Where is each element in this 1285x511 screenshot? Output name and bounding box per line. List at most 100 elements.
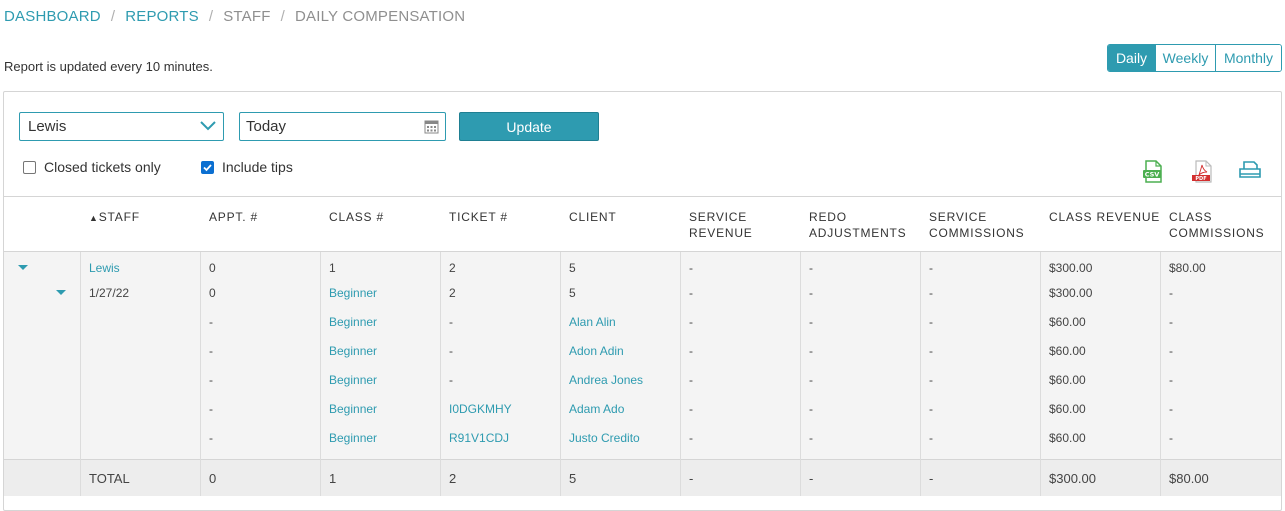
- column-header-appt[interactable]: APPT. #: [209, 209, 258, 225]
- class-link[interactable]: Beginner: [329, 431, 377, 445]
- breadcrumb-reports[interactable]: REPORTS: [125, 8, 199, 25]
- ticket-link[interactable]: I0DGKMHY: [449, 402, 512, 416]
- client-link[interactable]: Adam Ado: [569, 402, 624, 416]
- table-header: ▲STAFF APPT. # CLASS # TICKET # CLIENT S…: [4, 197, 1281, 252]
- cell-ticket: -: [449, 373, 453, 387]
- cell-class-revenue: $60.00: [1049, 431, 1086, 445]
- cell-service-revenue: -: [689, 261, 693, 275]
- ticket-link[interactable]: R91V1CDJ: [449, 431, 509, 445]
- sort-asc-icon: ▲: [89, 213, 99, 223]
- table-row: - Beginner R91V1CDJ Justo Credito - - - …: [4, 426, 1281, 450]
- client-link[interactable]: Adon Adin: [569, 344, 624, 358]
- cell-service-revenue: -: [689, 373, 693, 387]
- closed-tickets-only-label: Closed tickets only: [44, 159, 161, 175]
- cell-service-revenue: -: [689, 431, 693, 445]
- table-row: - Beginner - Alan Alin - - - $60.00 -: [4, 310, 1281, 334]
- client-link[interactable]: Alan Alin: [569, 315, 616, 329]
- period-weekly-button[interactable]: Weekly: [1155, 45, 1215, 71]
- class-link[interactable]: Beginner: [329, 402, 377, 416]
- cell-class-commissions: -: [1169, 315, 1173, 329]
- date-input[interactable]: Today: [239, 112, 446, 141]
- cell-service-revenue: -: [689, 402, 693, 416]
- class-link[interactable]: Beginner: [329, 315, 377, 329]
- update-note: Report is updated every 10 minutes.: [4, 59, 213, 74]
- cell-service-revenue: -: [689, 315, 693, 329]
- column-header-class[interactable]: CLASS #: [329, 209, 384, 225]
- staff-select-value: Lewis: [28, 118, 67, 135]
- chevron-down-icon: [200, 121, 216, 131]
- breadcrumb-separator: /: [280, 8, 285, 25]
- cell-redo: -: [809, 315, 813, 329]
- calendar-icon[interactable]: [424, 119, 439, 134]
- cell-class-revenue: $60.00: [1049, 402, 1086, 416]
- column-header-staff[interactable]: ▲STAFF: [89, 209, 140, 226]
- column-header-service-revenue[interactable]: SERVICE REVENUE: [689, 209, 753, 241]
- breadcrumb-daily-compensation: DAILY COMPENSATION: [294, 8, 466, 25]
- cell-class: 1: [329, 261, 336, 275]
- pdf-export-icon[interactable]: PDF: [1190, 160, 1214, 184]
- class-link[interactable]: Beginner: [329, 286, 377, 300]
- total-ticket: 2: [449, 471, 457, 486]
- column-header-class-commissions[interactable]: CLASS COMMISSIONS: [1169, 209, 1264, 241]
- date-input-value: Today: [246, 118, 287, 135]
- column-header-class-revenue[interactable]: CLASS REVENUE: [1049, 209, 1160, 225]
- client-link[interactable]: Justo Credito: [569, 431, 640, 445]
- cell-service-commissions: -: [929, 286, 933, 300]
- cell-class-commissions: -: [1169, 373, 1173, 387]
- update-button[interactable]: Update: [459, 112, 599, 141]
- collapse-caret-icon[interactable]: [18, 265, 28, 270]
- column-header-redo-adjustments[interactable]: REDO ADJUSTMENTS: [809, 209, 906, 241]
- closed-tickets-only-option[interactable]: Closed tickets only: [23, 159, 161, 175]
- cell-appt: 0: [209, 261, 216, 275]
- cell-redo: -: [809, 431, 813, 445]
- table-row: - Beginner - Adon Adin - - - $60.00 -: [4, 339, 1281, 363]
- cell-redo: -: [809, 402, 813, 416]
- total-label: TOTAL: [89, 471, 130, 486]
- column-header-service-commissions[interactable]: SERVICE COMMISSIONS: [929, 209, 1024, 241]
- staff-select[interactable]: Lewis: [19, 112, 224, 141]
- table-body: Lewis 0 1 2 5 - - - $300.00 $80.00 1/27/…: [4, 252, 1281, 460]
- cell-class-revenue: $60.00: [1049, 344, 1086, 358]
- collapse-caret-icon[interactable]: [56, 290, 66, 295]
- column-header-ticket[interactable]: TICKET #: [449, 209, 508, 225]
- period-daily-button[interactable]: Daily: [1108, 45, 1155, 71]
- table-row-date: 1/27/22 0 Beginner 2 5 - - - $300.00 -: [4, 281, 1281, 305]
- cell-class-revenue: $60.00: [1049, 315, 1086, 329]
- cell-appt: -: [209, 402, 213, 416]
- period-monthly-button[interactable]: Monthly: [1215, 45, 1281, 71]
- total-class: 1: [329, 471, 337, 486]
- check-icon: [203, 163, 212, 171]
- cell-service-commissions: -: [929, 261, 933, 275]
- column-header-client[interactable]: CLIENT: [569, 209, 616, 225]
- csv-export-icon[interactable]: CSV: [1142, 160, 1164, 184]
- class-link[interactable]: Beginner: [329, 344, 377, 358]
- period-toggle: Daily Weekly Monthly: [1107, 44, 1282, 72]
- pdf-export-label: PDF: [1195, 176, 1206, 182]
- breadcrumb-dashboard[interactable]: DASHBOARD: [4, 8, 101, 25]
- breadcrumb-staff: STAFF: [223, 8, 271, 25]
- cell-redo: -: [809, 344, 813, 358]
- total-appt: 0: [209, 471, 217, 486]
- cell-client: 5: [569, 286, 576, 300]
- closed-tickets-only-checkbox[interactable]: [23, 160, 36, 174]
- cell-ticket: -: [449, 315, 453, 329]
- include-tips-option[interactable]: Include tips: [201, 159, 293, 175]
- print-icon[interactable]: [1238, 160, 1262, 182]
- csv-export-label: CSV: [1145, 171, 1160, 179]
- client-link[interactable]: Andrea Jones: [569, 373, 643, 387]
- cell-ticket: -: [449, 344, 453, 358]
- total-service-revenue: -: [689, 471, 694, 486]
- staff-name-link[interactable]: Lewis: [89, 261, 120, 275]
- include-tips-checkbox[interactable]: [201, 160, 214, 174]
- cell-ticket: 2: [449, 286, 456, 300]
- cell-class-commissions: -: [1169, 286, 1173, 300]
- class-link[interactable]: Beginner: [329, 373, 377, 387]
- compensation-table: ▲STAFF APPT. # CLASS # TICKET # CLIENT S…: [4, 196, 1281, 496]
- total-redo: -: [809, 471, 814, 486]
- cell-class-revenue: $300.00: [1049, 286, 1093, 300]
- breadcrumb: DASHBOARD / REPORTS / STAFF / DAILY COMPENSATI…: [4, 8, 465, 25]
- cell-redo: -: [809, 373, 813, 387]
- cell-class-commissions: -: [1169, 402, 1173, 416]
- cell-redo: -: [809, 286, 813, 300]
- cell-appt: -: [209, 431, 213, 445]
